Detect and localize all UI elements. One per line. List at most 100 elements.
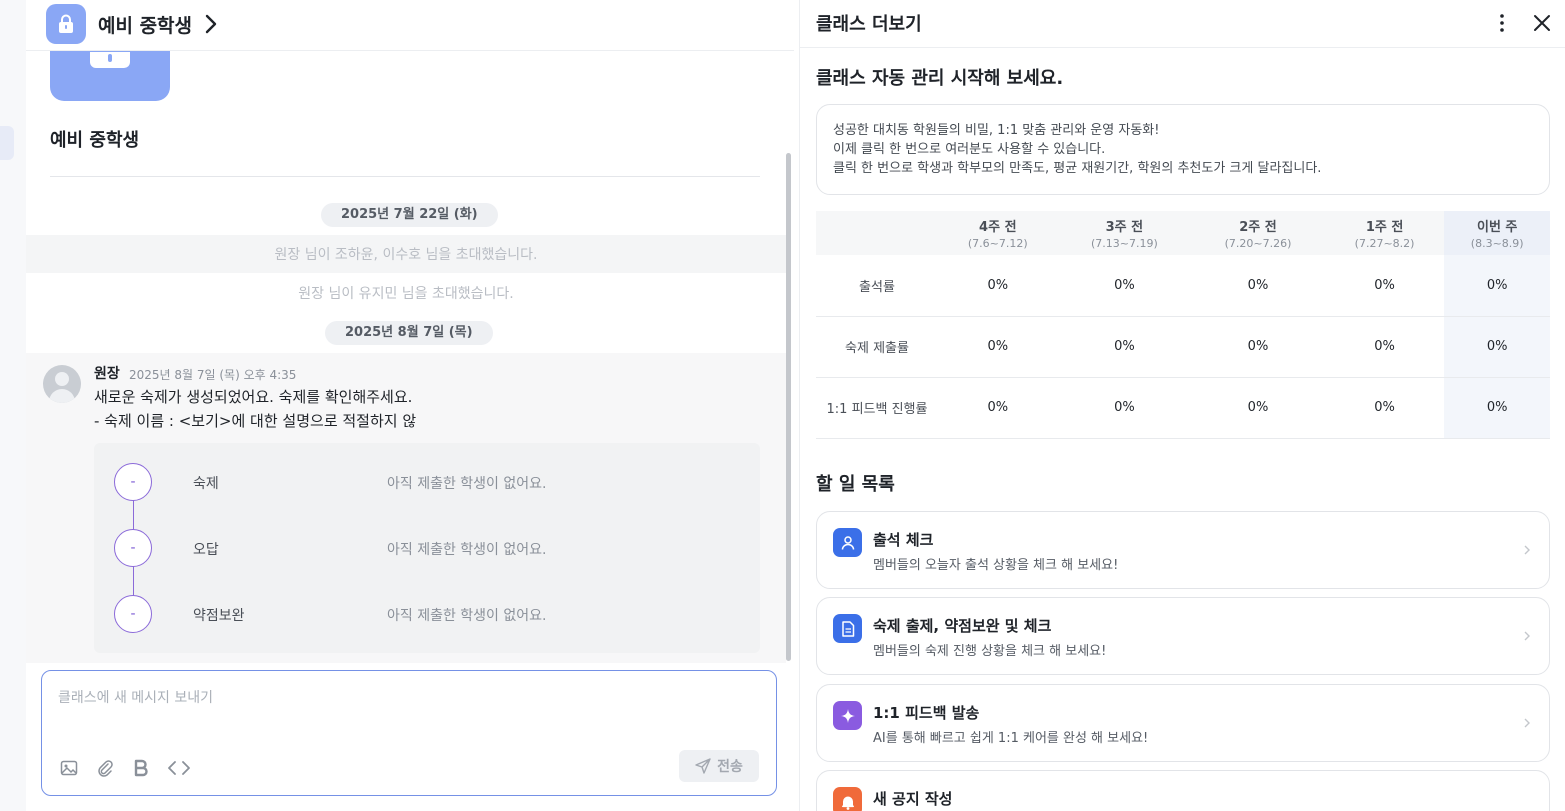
todo-feedback-send[interactable]: 1:1 피드백 발송 AI를 통해 빠르고 쉽게 1:1 케어를 완성 해 보세… [816,684,1550,762]
chat-header: 예비 중학생 [26,0,794,51]
more-vertical-icon[interactable] [1490,9,1514,37]
step-status: 아직 제출한 학생이 없어요. [387,608,547,624]
metric-value: 0% [1057,377,1192,439]
todo-name: 새 공지 작성 [873,790,953,808]
sidebar-active-indicator[interactable] [0,126,14,160]
chat-pane: 예비 중학생 예비 중학생 2025년 7월 22일 (화) 원장 님이 조하윤… [26,0,794,811]
image-icon[interactable] [58,757,80,779]
date-separator: 2025년 8월 7일 (목) [325,321,493,345]
week-header-current: 이번 주 (8.3~8.9) [1444,211,1550,255]
metric-value: 0% [1057,316,1192,378]
intro-line: 클릭 한 번으로 학생과 학부모의 만족도, 평균 재원기간, 학원의 추천도가… [833,161,1322,176]
table-header-row: 4주 전 (7.6~7.12) 3주 전 (7.13~7.19) 2주 전 (7.20… [816,211,1550,255]
table-row: 1:1 피드백 진행률 0% 0% 0% 0% 0% [816,377,1550,439]
divider [50,176,760,177]
weekly-stats-table: 4주 전 (7.6~7.12) 3주 전 (7.13~7.19) 2주 전 (7.20… [816,211,1550,439]
close-icon[interactable] [1528,9,1556,37]
paper-plane-icon [695,758,711,774]
class-lock-badge [46,4,86,44]
todo-new-notice[interactable]: 새 공지 작성 [816,770,1550,811]
homework-progress-card[interactable]: - 숙제 아직 제출한 학생이 없어요. - 오답 아직 제출한 학생이 없어요… [94,443,760,653]
chevron-right-icon[interactable] [200,12,222,36]
system-message: 원장 님이 조하윤, 이수호 님을 초대했습니다. [26,235,786,273]
intro-line: 성공한 대치동 학원들의 비밀, 1:1 맞춤 관리와 운영 자동화! [833,123,1160,138]
step-status: 아직 제출한 학생이 없어요. [387,476,547,492]
step-circle: - [114,595,152,633]
step-name: 오답 [193,542,219,558]
todo-attendance-check[interactable]: 출석 체크 멤버들의 오늘자 출석 상황을 체크 해 보세요! [816,511,1550,589]
intro-line: 이제 클릭 한 번으로 여러분도 사용할 수 있습니다. [833,142,1106,157]
metric-value: 0% [1324,316,1445,378]
avatar[interactable] [43,365,81,403]
step-status: 아직 제출한 학생이 없어요. [387,542,547,558]
todo-list-title: 할 일 목록 [816,474,895,495]
step-name: 숙제 [193,476,219,492]
message-text-line: 새로운 숙제가 생성되었어요. 숙제를 확인해주세요. [94,388,413,406]
lock-keyhole [108,54,112,62]
metric-value: 0% [1057,255,1192,317]
code-icon[interactable] [166,757,192,779]
metric-value: 0% [1324,255,1445,317]
metric-value: 0% [1191,377,1325,439]
intro-box: 성공한 대치동 학원들의 비밀, 1:1 맞춤 관리와 운영 자동화! 이제 클… [816,104,1550,195]
metric-value: 0% [1444,377,1550,439]
panel-header: 클래스 더보기 [800,0,1565,48]
message-timestamp: 2025년 8월 7일 (목) 오후 4:35 [129,368,297,382]
group-name: 예비 중학생 [50,130,140,151]
bold-icon[interactable] [130,757,152,779]
system-message: 원장 님이 유지민 님을 초대했습니다. [298,286,514,302]
message-input[interactable] [58,687,758,747]
metric-value: 0% [1444,316,1550,378]
metric-value: 0% [1324,377,1445,439]
metric-label: 출석률 [816,255,938,317]
date-separator: 2025년 7월 22일 (화) [321,203,498,227]
table-row: 출석률 0% 0% 0% 0% 0% [816,255,1550,317]
todo-homework-assign[interactable]: 숙제 출제, 약점보완 및 체크 멤버들의 숙제 진행 상황을 체크 해 보세요… [816,597,1550,675]
attachment-icon[interactable] [94,757,116,779]
message-text-line: - 숙제 이름 : <보기>에 대한 설명으로 적절하지 않 [94,412,417,430]
todo-name: 1:1 피드백 발송 [873,704,980,722]
todo-description: AI를 통해 빠르고 쉽게 1:1 케어를 완성 해 보세요! [873,731,1149,746]
left-sidebar-edge [0,0,26,811]
step-circle: - [114,463,152,501]
progress-step-wrong-answers[interactable]: - 오답 아직 제출한 학생이 없어요. [114,529,754,569]
person-icon [833,528,862,557]
chat-message: 원장 2025년 8월 7일 (목) 오후 4:35 새로운 숙제가 생성되었어… [26,353,786,663]
week-header: 2주 전 (7.20~7.26) [1191,211,1325,255]
metric-value: 0% [1191,255,1325,317]
todo-description: 멤버들의 오늘자 출석 상황을 체크 해 보세요! [873,558,1119,573]
todo-description: 멤버들의 숙제 진행 상황을 체크 해 보세요! [873,644,1107,659]
metric-value: 0% [938,377,1058,439]
bell-icon [833,787,862,811]
week-header: 3주 전 (7.13~7.19) [1057,211,1192,255]
todo-name: 출석 체크 [873,531,934,549]
document-icon [833,614,862,643]
week-header: 1주 전 (7.27~8.2) [1324,211,1445,255]
table-header-empty [816,211,938,255]
progress-step-homework[interactable]: - 숙제 아직 제출한 학생이 없어요. [114,463,754,503]
send-button[interactable]: 전송 [679,750,759,782]
lock-icon [59,14,73,33]
panel-title: 클래스 더보기 [816,14,922,35]
progress-step-weakness[interactable]: - 약점보완 아직 제출한 학생이 없어요. [114,595,754,635]
message-composer: 전송 [41,670,777,796]
chevron-right-icon [1521,626,1533,646]
todo-name: 숙제 출제, 약점보완 및 체크 [873,617,1052,635]
send-label: 전송 [717,758,743,774]
step-name: 약점보완 [193,608,245,624]
metric-label: 1:1 피드백 진행률 [816,377,938,439]
class-title[interactable]: 예비 중학생 [98,11,192,38]
week-header: 4주 전 (7.6~7.12) [938,211,1058,255]
message-sender[interactable]: 원장 [94,363,120,383]
metric-value: 0% [1191,316,1325,378]
chevron-right-icon [1521,540,1533,560]
chat-scrollbar[interactable] [786,153,791,661]
sparkle-icon [833,701,862,730]
metric-value: 0% [938,255,1058,317]
auto-manage-title: 클래스 자동 관리 시작해 보세요. [816,68,1064,89]
metric-value: 0% [938,316,1058,378]
metric-label: 숙제 제출률 [816,316,938,378]
chevron-right-icon [1521,713,1533,733]
table-row: 숙제 제출률 0% 0% 0% 0% 0% [816,316,1550,378]
class-more-panel: 클래스 더보기 클래스 자동 관리 시작해 보세요. 성공한 대치동 학원들의 … [799,0,1565,811]
